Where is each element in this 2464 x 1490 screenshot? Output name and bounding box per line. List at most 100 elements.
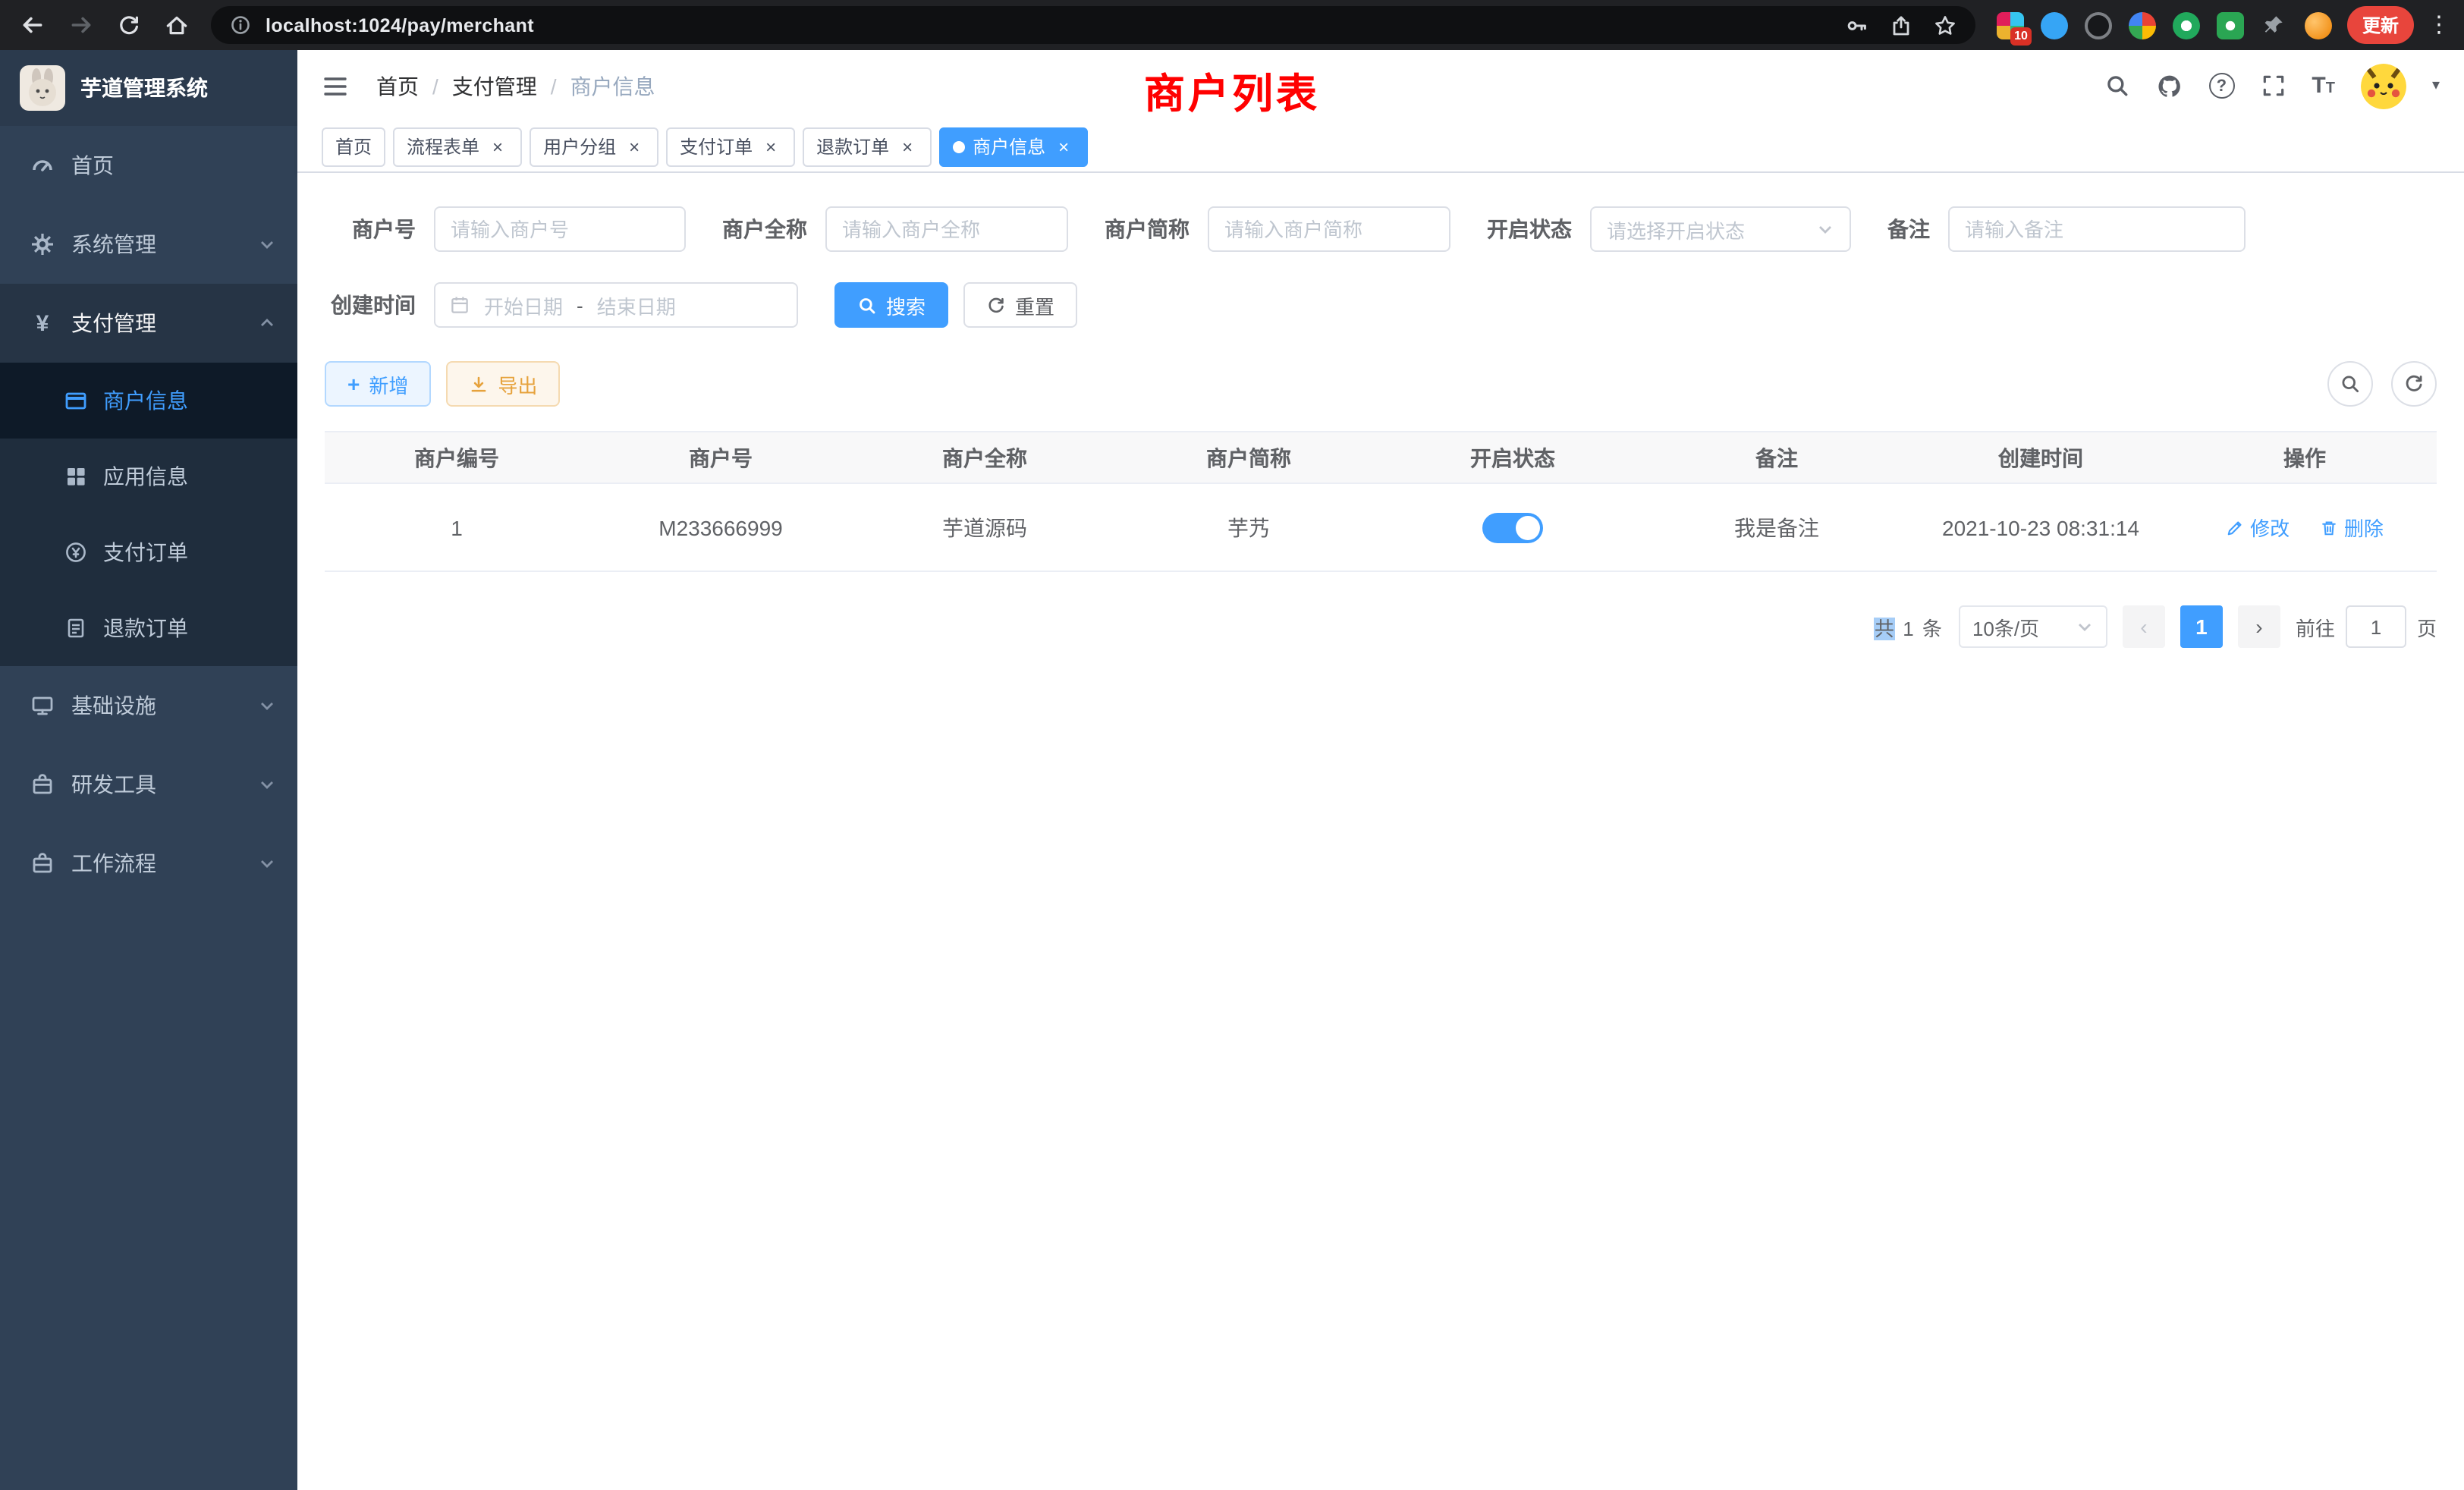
tab-process-form[interactable]: 流程表单× [393,127,522,166]
browser-menu-icon[interactable]: ⋮ [2428,14,2450,36]
merchant-no-input[interactable] [434,206,686,252]
tab-merchant-info[interactable]: 商户信息× [939,127,1088,166]
date-range-separator: - [577,294,583,316]
password-key-icon[interactable] [1845,13,1869,37]
reset-button[interactable]: 重置 [963,282,1077,328]
search-icon[interactable] [2104,73,2129,99]
cell-short-name: 芋艿 [1117,483,1381,571]
sidebar-item-payment[interactable]: ¥ 支付管理 [0,284,297,363]
grid-icon [64,464,88,489]
delete-link[interactable]: 删除 [2320,513,2384,542]
extension-color-icon[interactable] [2129,11,2156,39]
page-1-button[interactable]: 1 [2180,605,2223,648]
sidebar-item-label: 应用信息 [103,461,188,492]
filter-remark: 备注 [1887,206,2246,252]
sidebar-item-app-info[interactable]: 应用信息 [0,439,297,514]
share-icon[interactable] [1889,13,1913,37]
extension-drop-icon[interactable] [2041,11,2068,39]
trash-icon [2320,518,2338,536]
filter-short-name: 商户简称 [1105,206,1450,252]
refresh-button[interactable] [2391,361,2437,407]
user-avatar[interactable] [2361,63,2406,108]
column-header: 商户全称 [853,432,1117,483]
cell-merchant-id: 1 [325,483,589,571]
pagination-goto: 前往 页 [2296,605,2437,648]
filter-full-name: 商户全称 [722,206,1068,252]
sidebar-item-home[interactable]: 首页 [0,126,297,205]
reload-icon[interactable] [117,13,141,37]
close-icon[interactable]: × [624,136,645,157]
breadcrumb-separator: / [432,74,438,98]
profile-avatar-icon[interactable] [2305,11,2332,39]
sidebar-item-system[interactable]: 系统管理 [0,205,297,284]
tab-refund-order[interactable]: 退款订单× [803,127,932,166]
address-bar[interactable]: localhost:1024/pay/merchant [211,6,1975,44]
short-name-input[interactable] [1208,206,1450,252]
plus-icon: + [347,373,360,395]
sidebar-item-workflow[interactable]: 工作流程 [0,824,297,903]
forward-icon[interactable] [68,12,94,38]
close-icon[interactable]: × [1053,136,1074,157]
add-button[interactable]: + 新增 [325,361,431,407]
status-select[interactable]: 请选择开启状态 [1590,206,1851,252]
sidebar-toggle-icon[interactable] [322,72,349,99]
tab-user-group[interactable]: 用户分组× [530,127,658,166]
browser-update-button[interactable]: 更新 [2347,6,2414,44]
page-info-icon[interactable] [229,14,252,36]
fullscreen-icon[interactable] [2260,73,2286,99]
sidebar-item-label: 研发工具 [71,769,156,800]
extension-dark-icon[interactable] [2085,11,2112,39]
sidebar-item-refund-order[interactable]: 退款订单 [0,590,297,666]
help-icon[interactable]: ? [2208,73,2234,99]
sidebar-item-dev-tools[interactable]: 研发工具 [0,745,297,824]
extension-grid-icon[interactable]: 10 [1997,11,2024,39]
breadcrumb-home[interactable]: 首页 [376,71,419,101]
pagination: 共 1 条 10条/页 ‹ 1 › 前往 页 [325,605,2437,648]
browser-extensions: 10 [1997,11,2332,39]
export-button[interactable]: 导出 [446,361,560,407]
font-size-icon[interactable]: TT [2312,74,2335,97]
filter-row-1: 商户号 商户全称 商户简称 开启状态 请选择开启状态 [325,206,2437,252]
github-icon[interactable] [2155,72,2183,99]
remark-input[interactable] [1948,206,2246,252]
date-range-picker[interactable]: 开始日期 - 结束日期 [434,282,798,328]
sidebar-item-infrastructure[interactable]: 基础设施 [0,666,297,745]
close-icon[interactable]: × [760,136,781,157]
sidebar-item-label: 工作流程 [71,848,156,879]
bookmark-star-icon[interactable] [1933,13,1957,37]
extensions-pin-icon[interactable] [2261,11,2288,39]
close-icon[interactable]: × [487,136,508,157]
app-logo[interactable]: 芋道管理系统 [0,50,297,126]
show-search-button[interactable] [2327,361,2373,407]
edit-link[interactable]: 修改 [2226,513,2290,542]
tab-home[interactable]: 首页 [322,127,385,166]
sidebar-item-merchant-info[interactable]: 商户信息 [0,363,297,439]
filter-row-2: 创建时间 开始日期 - 结束日期 搜索 [325,282,2437,328]
gear-icon [30,232,55,256]
tab-pay-order[interactable]: 支付订单× [666,127,795,166]
sidebar-item-label: 基础设施 [71,690,156,721]
home-icon[interactable] [164,12,190,38]
goto-page-input[interactable] [2346,605,2406,648]
date-end-input[interactable]: 结束日期 [597,291,676,319]
next-page-button[interactable]: › [2238,605,2280,648]
close-icon[interactable]: × [897,136,918,157]
full-name-input[interactable] [825,206,1068,252]
date-start-input[interactable]: 开始日期 [484,291,563,319]
chevron-down-icon [258,775,276,794]
status-toggle[interactable] [1482,512,1543,542]
extension-green-square-icon[interactable] [2217,11,2244,39]
sidebar-item-pay-order[interactable]: 支付订单 [0,514,297,590]
chevron-down-icon [258,854,276,872]
back-icon[interactable] [20,12,46,38]
search-button[interactable]: 搜索 [834,282,948,328]
breadcrumb-payment[interactable]: 支付管理 [452,71,537,101]
browser-nav-buttons [0,12,211,38]
avatar-caret-icon[interactable]: ▾ [2432,77,2440,94]
extension-green-circle-icon[interactable] [2173,11,2200,39]
page-size-select[interactable]: 10条/页 [1959,605,2107,648]
logo-rabbit-icon [20,65,65,111]
breadcrumb: 首页 / 支付管理 / 商户信息 [376,71,655,101]
column-header: 操作 [2173,432,2437,483]
prev-page-button[interactable]: ‹ [2123,605,2165,648]
